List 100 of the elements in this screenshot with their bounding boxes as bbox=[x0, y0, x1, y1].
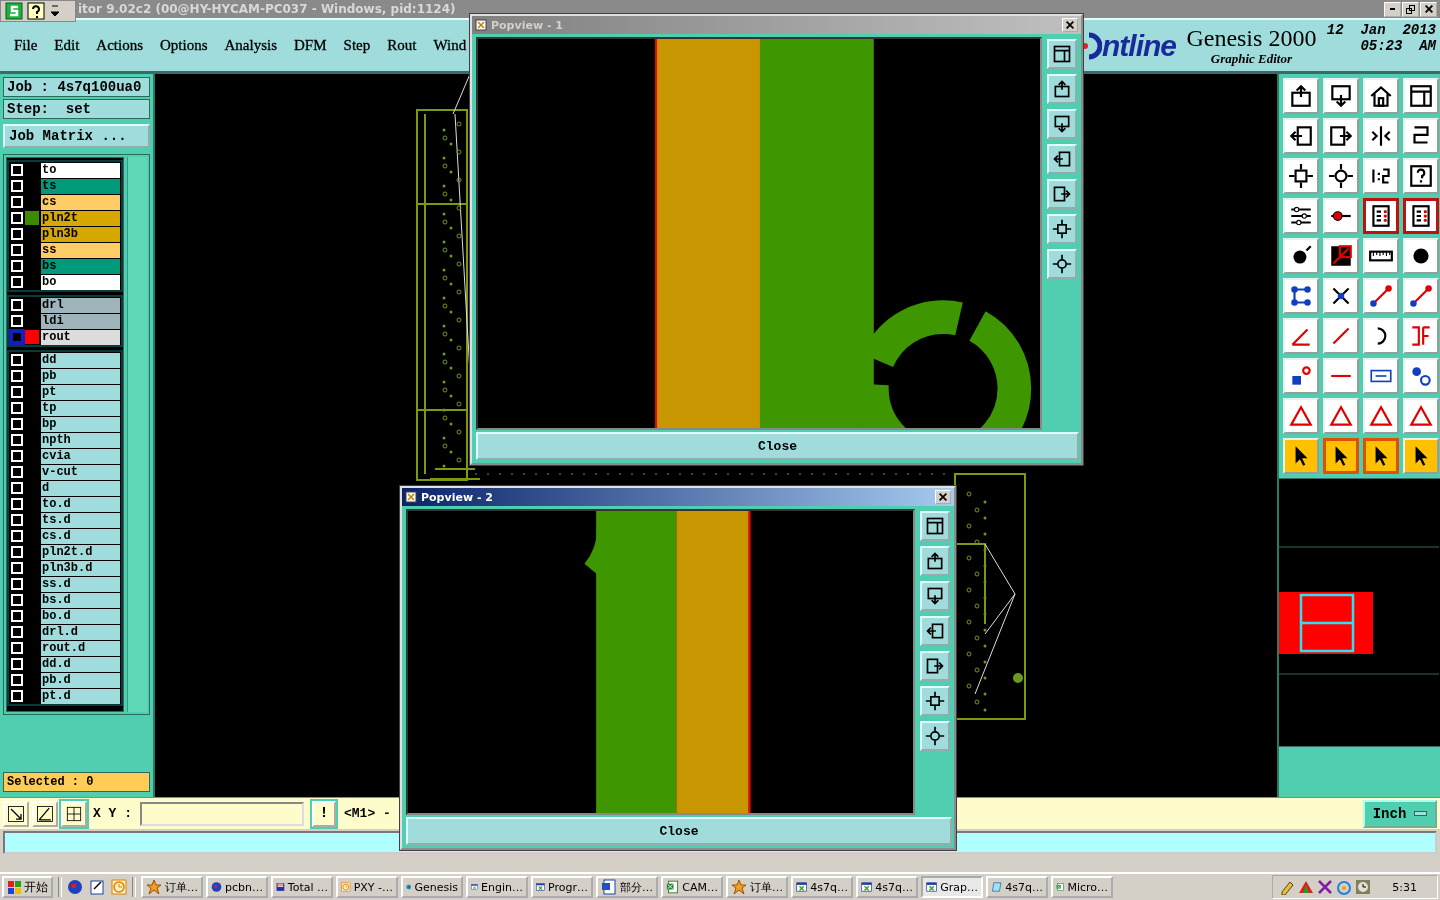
segment-icon[interactable] bbox=[1363, 278, 1399, 314]
taskbar-button[interactable]: Engin… bbox=[466, 876, 528, 898]
window-icon[interactable] bbox=[1047, 39, 1077, 69]
layer-name[interactable]: pln2t.d bbox=[41, 544, 120, 560]
close-button[interactable]: Close bbox=[406, 817, 952, 845]
page-up-icon[interactable] bbox=[1283, 78, 1319, 114]
chain-icon[interactable] bbox=[1403, 358, 1439, 394]
diagonal-icon[interactable] bbox=[1323, 238, 1359, 274]
page-right-icon[interactable] bbox=[1047, 179, 1077, 209]
layer-name[interactable]: cs.d bbox=[41, 528, 120, 544]
cross-icon[interactable] bbox=[1323, 278, 1359, 314]
layer-name[interactable]: bo bbox=[41, 274, 120, 290]
center-icon[interactable] bbox=[1047, 249, 1077, 279]
layer-list-icon[interactable] bbox=[1363, 198, 1399, 234]
taskbar-button[interactable]: pcbn… bbox=[206, 876, 268, 898]
arc-icon[interactable] bbox=[1363, 318, 1399, 354]
layer-name[interactable]: pln2t bbox=[41, 210, 120, 226]
center-icon[interactable] bbox=[920, 721, 950, 751]
home-icon[interactable] bbox=[1363, 78, 1399, 114]
layer-name[interactable]: ss bbox=[41, 242, 120, 258]
taskbar-button[interactable]: 4s7q… bbox=[791, 876, 853, 898]
job-matrix-button[interactable]: Job Matrix ... bbox=[3, 124, 150, 148]
close-button[interactable] bbox=[1062, 18, 1078, 32]
taskbar-button[interactable]: CAM… bbox=[661, 876, 723, 898]
snake-path-icon[interactable] bbox=[1403, 118, 1439, 154]
fit-icon[interactable] bbox=[1283, 158, 1319, 194]
menu-item[interactable]: Rout bbox=[387, 37, 417, 54]
menu-item[interactable]: Options bbox=[160, 37, 208, 54]
layer-name[interactable]: bs.d bbox=[41, 592, 120, 608]
layer-name[interactable]: cs bbox=[41, 194, 120, 210]
layer-name[interactable]: dd bbox=[41, 352, 120, 368]
layer-checkbox[interactable] bbox=[11, 331, 23, 343]
layer-name[interactable]: d bbox=[41, 480, 120, 496]
layer-name[interactable]: pt bbox=[41, 384, 120, 400]
shapes-icon[interactable] bbox=[1283, 358, 1319, 394]
alert-button[interactable]: ! bbox=[312, 800, 336, 827]
layer-name[interactable]: drl.d bbox=[41, 624, 120, 640]
segment-icon[interactable] bbox=[1403, 278, 1439, 314]
fit-icon[interactable] bbox=[1047, 214, 1077, 244]
layer-name[interactable]: bp bbox=[41, 416, 120, 432]
pointer-icon[interactable] bbox=[1323, 438, 1359, 474]
close-button[interactable] bbox=[935, 490, 951, 504]
page-right-icon[interactable] bbox=[920, 651, 950, 681]
page-down-icon[interactable] bbox=[920, 581, 950, 611]
taskbar-button[interactable]: Total … bbox=[271, 876, 333, 898]
ruler-icon[interactable] bbox=[1363, 238, 1399, 274]
measure-icon[interactable] bbox=[1363, 358, 1399, 394]
grid-icon[interactable] bbox=[61, 800, 87, 827]
layer-name[interactable]: ss.d bbox=[41, 576, 120, 592]
start-button[interactable]: 开始 bbox=[2, 876, 53, 898]
center-icon[interactable] bbox=[1323, 158, 1359, 194]
menu-item[interactable]: Wind bbox=[433, 37, 467, 54]
layer-name[interactable]: rout bbox=[41, 329, 120, 345]
fit-icon[interactable] bbox=[920, 686, 950, 716]
menu-item[interactable]: Step bbox=[343, 37, 371, 54]
layer-name[interactable]: cvia bbox=[41, 448, 120, 464]
taskbar-button[interactable]: Progr… bbox=[531, 876, 593, 898]
layer-name[interactable]: tp bbox=[41, 400, 120, 416]
page-down-icon[interactable] bbox=[1323, 78, 1359, 114]
layer-name[interactable]: ldi bbox=[41, 313, 120, 329]
layer-name[interactable]: bs bbox=[41, 258, 120, 274]
layer-name[interactable]: pb bbox=[41, 368, 120, 384]
menu-item[interactable]: File bbox=[14, 37, 38, 54]
help-icon[interactable] bbox=[1403, 158, 1439, 194]
taskbar-button[interactable]: PXY -… bbox=[336, 876, 398, 898]
taskbar-button[interactable]: Genesis bbox=[401, 876, 463, 898]
page-up-icon[interactable] bbox=[1047, 74, 1077, 104]
menu-item[interactable]: Actions bbox=[96, 37, 143, 54]
dash-icon[interactable] bbox=[1323, 358, 1359, 394]
nodes-icon[interactable] bbox=[1283, 278, 1319, 314]
page-left-icon[interactable] bbox=[920, 616, 950, 646]
menu-item[interactable]: DFM bbox=[294, 37, 327, 54]
sliders-icon[interactable] bbox=[1283, 198, 1319, 234]
taskbar-button[interactable]: 4s7q… bbox=[856, 876, 918, 898]
restore-button[interactable] bbox=[1402, 1, 1419, 17]
layer-name[interactable]: v-cut bbox=[41, 464, 120, 480]
scrollbar[interactable] bbox=[127, 157, 147, 712]
taskbar-button[interactable]: Micro… bbox=[1051, 876, 1113, 898]
layer-name[interactable]: pln3b bbox=[41, 226, 120, 242]
layer-name[interactable]: rout.d bbox=[41, 640, 120, 656]
taskbar-button[interactable]: 订单… bbox=[726, 876, 788, 898]
pointer-icon[interactable] bbox=[1363, 438, 1399, 474]
window-icon[interactable] bbox=[920, 511, 950, 541]
window-icon[interactable] bbox=[1403, 78, 1439, 114]
page-up-icon[interactable] bbox=[920, 546, 950, 576]
page-right-icon[interactable] bbox=[1323, 118, 1359, 154]
taskbar-button[interactable]: 部分… bbox=[596, 876, 658, 898]
layer-list-icon[interactable] bbox=[1403, 198, 1439, 234]
probe-icon[interactable] bbox=[1323, 198, 1359, 234]
layer-name[interactable]: ts.d bbox=[41, 512, 120, 528]
layer-name[interactable]: pt.d bbox=[41, 688, 120, 704]
taskbar-button[interactable]: Grap… bbox=[921, 876, 983, 898]
layer-name[interactable]: to.d bbox=[41, 496, 120, 512]
layer-name[interactable]: pln3b.d bbox=[41, 560, 120, 576]
layer-name[interactable]: ts bbox=[41, 178, 120, 194]
layer-name[interactable]: drl bbox=[41, 297, 120, 313]
layer-name[interactable]: npth bbox=[41, 432, 120, 448]
minimize-button[interactable] bbox=[1384, 1, 1401, 17]
layer-name[interactable]: pb.d bbox=[41, 672, 120, 688]
layer-name[interactable]: to bbox=[41, 162, 120, 178]
